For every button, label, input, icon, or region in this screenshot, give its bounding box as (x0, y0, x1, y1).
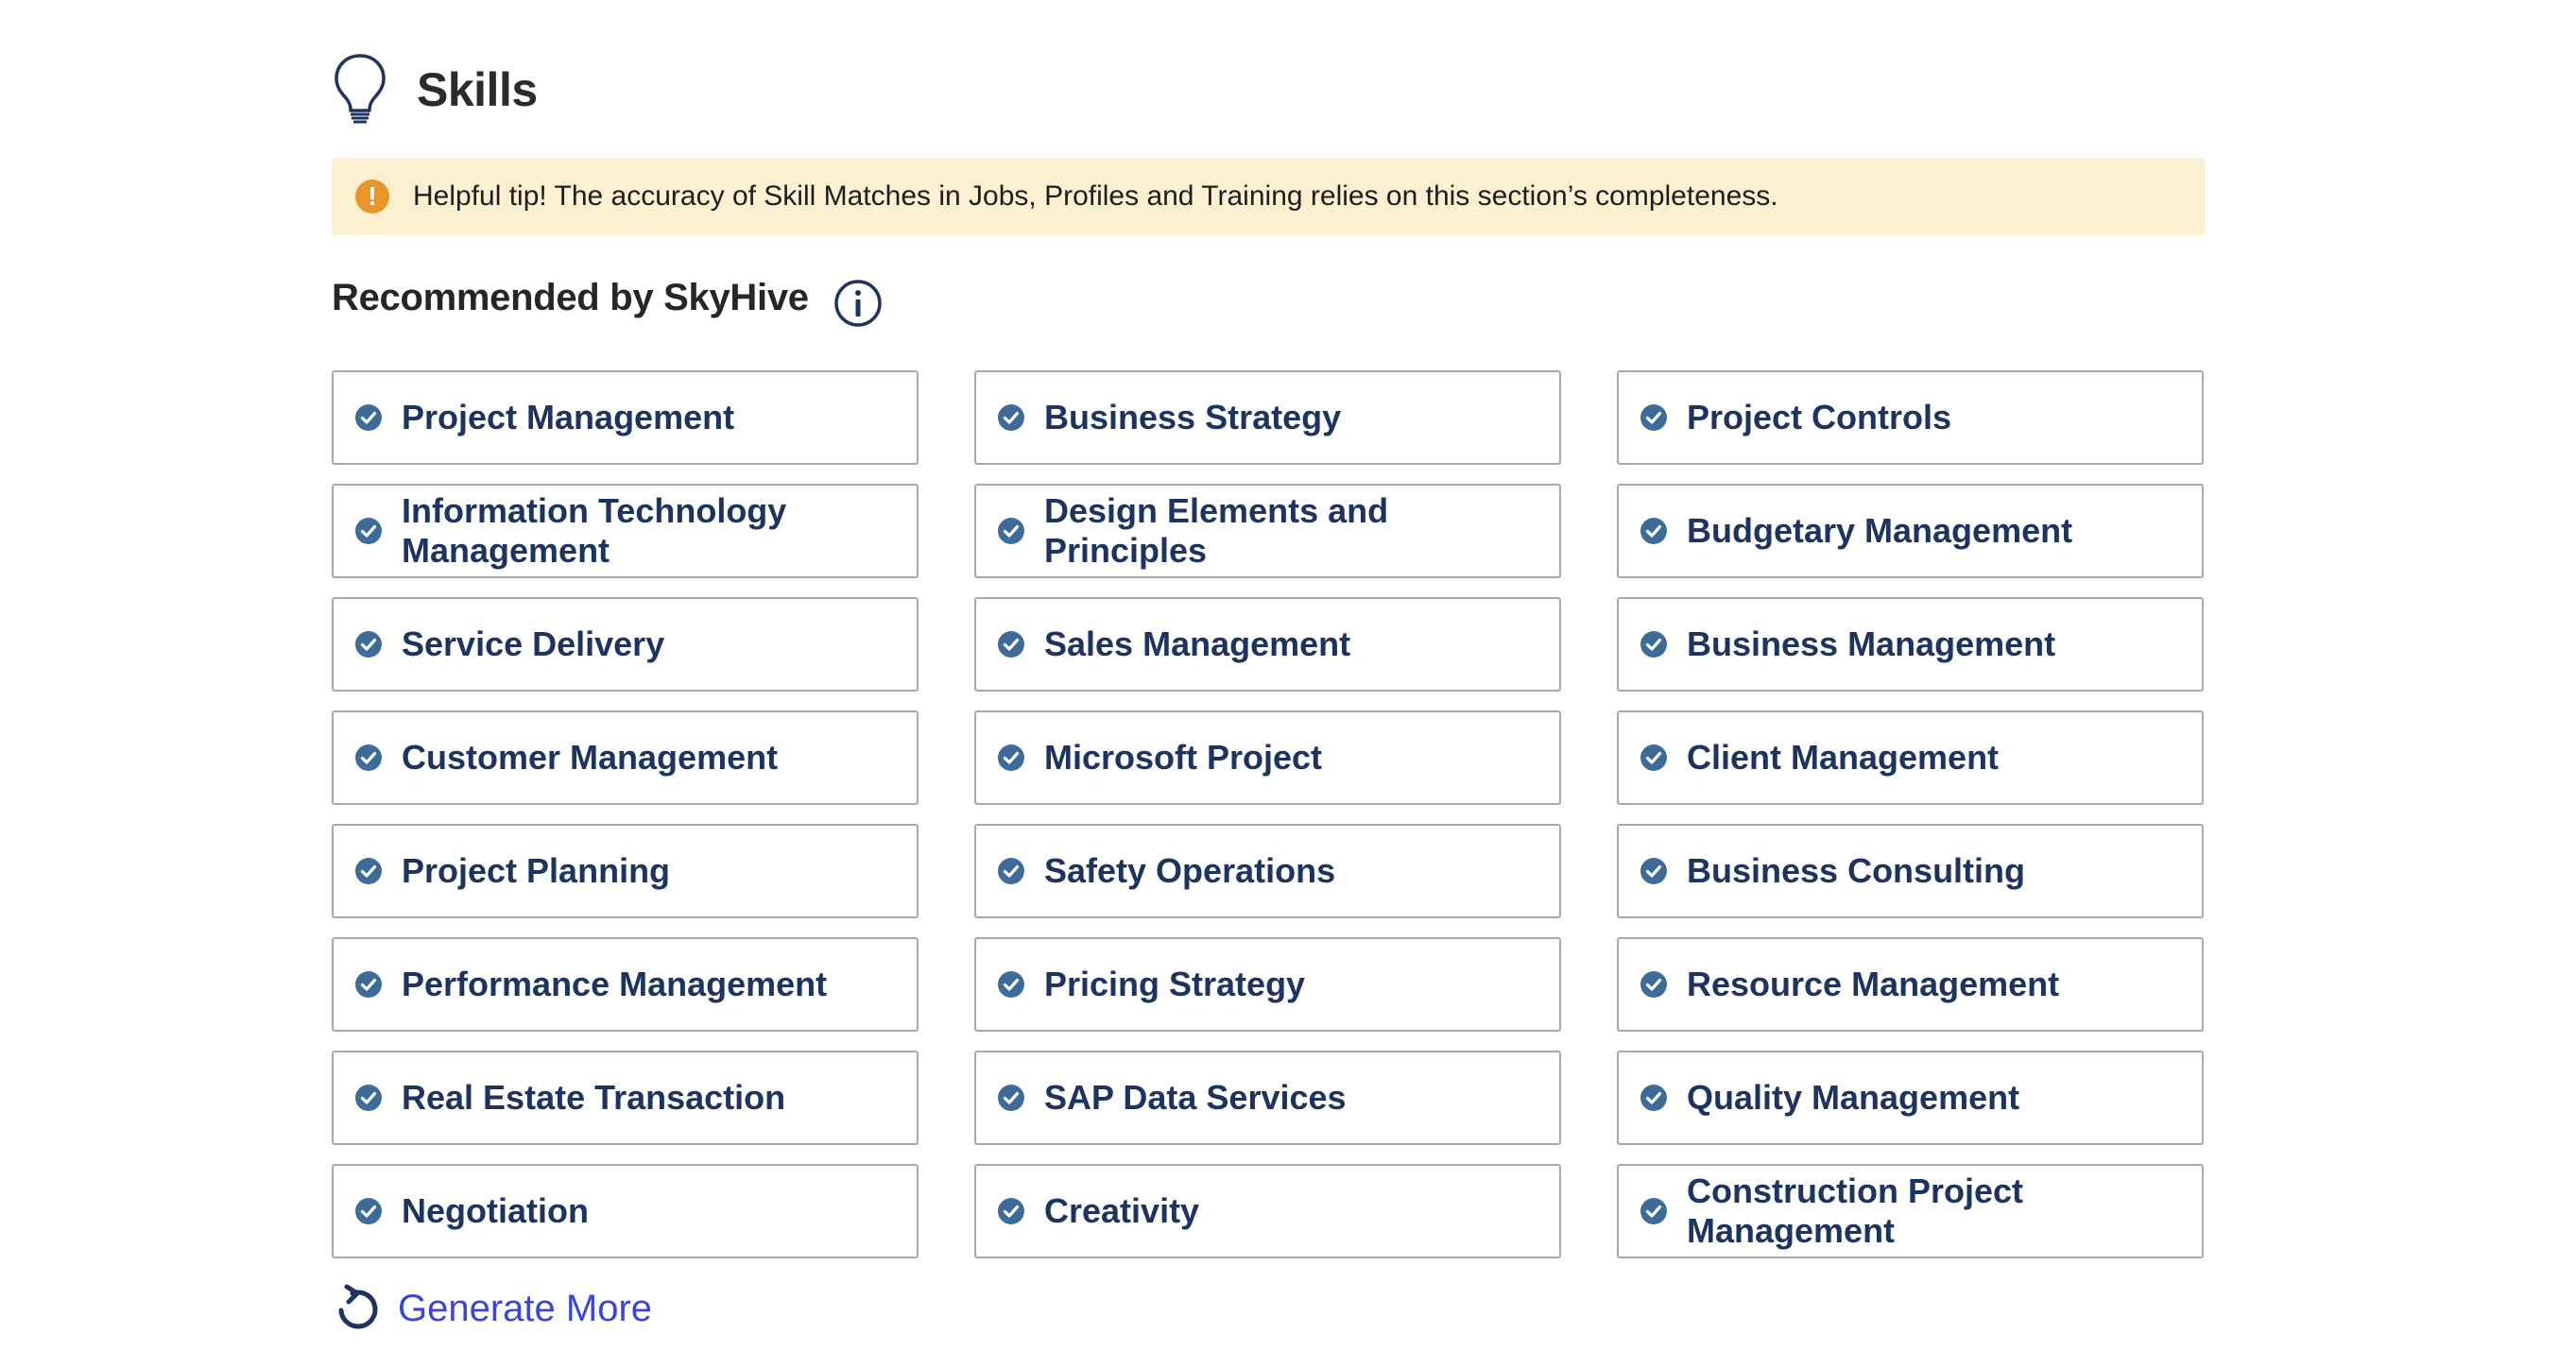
skill-label: Client Management (1687, 738, 2000, 777)
info-icon[interactable] (833, 279, 883, 328)
skill-chip-business-management[interactable]: Business Management (1617, 597, 2204, 692)
skill-chip-budgetary-management[interactable]: Budgetary Management (1617, 484, 2204, 578)
skill-label: Construction Project Management (1687, 1171, 2024, 1250)
skill-chip-service-delivery[interactable]: Service Delivery (332, 597, 919, 692)
skill-chip-safety-operations[interactable]: Safety Operations (974, 824, 1561, 918)
skill-label: Real Estate Transaction (402, 1078, 786, 1117)
skill-label: Quality Management (1687, 1078, 2020, 1117)
check-circle-icon (998, 404, 1024, 431)
generate-more-button[interactable]: Generate More (332, 1280, 652, 1337)
skill-chip-pricing-strategy[interactable]: Pricing Strategy (974, 937, 1561, 1032)
skill-label: Resource Management (1687, 965, 2060, 1003)
skill-label: Performance Management (402, 965, 828, 1003)
skill-chip-real-estate-transaction[interactable]: Real Estate Transaction (332, 1051, 919, 1145)
check-circle-icon (355, 744, 382, 771)
skill-label: Business Management (1687, 624, 2056, 663)
skill-label: Microsoft Project (1044, 738, 1323, 777)
check-circle-icon (1640, 971, 1667, 998)
skill-chip-sales-management[interactable]: Sales Management (974, 597, 1561, 692)
skills-header: Skills (332, 52, 538, 128)
check-circle-icon (1640, 858, 1667, 884)
check-circle-icon (355, 518, 382, 544)
skill-chip-resource-management[interactable]: Resource Management (1617, 937, 2204, 1032)
skill-chip-construction-project-management[interactable]: Construction Project Management (1617, 1164, 2204, 1258)
skill-chip-quality-management[interactable]: Quality Management (1617, 1051, 2204, 1145)
skill-chip-microsoft-project[interactable]: Microsoft Project (974, 710, 1561, 805)
skill-chip-customer-management[interactable]: Customer Management (332, 710, 919, 805)
check-circle-icon (1640, 404, 1667, 431)
recommended-title: Recommended by SkyHive (332, 276, 809, 318)
page-title: Skills (417, 63, 538, 116)
skill-chip-information-technology-management[interactable]: Information Technology Management (332, 484, 919, 578)
skill-label: Negotiation (402, 1191, 589, 1230)
skill-chip-business-strategy[interactable]: Business Strategy (974, 370, 1561, 465)
check-circle-icon (998, 1085, 1024, 1111)
tip-text: Helpful tip! The accuracy of Skill Match… (413, 180, 1778, 212)
skill-chip-project-controls[interactable]: Project Controls (1617, 370, 2204, 465)
skill-chip-client-management[interactable]: Client Management (1617, 710, 2204, 805)
check-circle-icon (1640, 744, 1667, 771)
skill-label: Pricing Strategy (1044, 965, 1306, 1003)
warning-icon: ! (355, 180, 389, 214)
check-circle-icon (1640, 1198, 1667, 1224)
skill-label: Service Delivery (402, 624, 665, 663)
skill-label: Project Controls (1687, 398, 1952, 436)
check-circle-icon (355, 1085, 382, 1111)
skill-chip-sap-data-services[interactable]: SAP Data Services (974, 1051, 1561, 1145)
skills-grid: Project Management Business Strategy Pro… (332, 370, 2205, 1258)
check-circle-icon (998, 858, 1024, 884)
skill-chip-project-management[interactable]: Project Management (332, 370, 919, 465)
skill-label: Budgetary Management (1687, 511, 2073, 550)
check-circle-icon (1640, 518, 1667, 544)
skill-label: Business Strategy (1044, 398, 1342, 436)
skill-label: Customer Management (402, 738, 779, 777)
skills-page: Skills ! Helpful tip! The accuracy of Sk… (0, 0, 2576, 1368)
recommended-header: Recommended by SkyHive (332, 265, 883, 331)
skill-chip-project-planning[interactable]: Project Planning (332, 824, 919, 918)
skill-label: Sales Management (1044, 624, 1351, 663)
skill-label: Project Planning (402, 851, 671, 890)
check-circle-icon (998, 1198, 1024, 1224)
check-circle-icon (355, 1198, 382, 1224)
skill-label: SAP Data Services (1044, 1078, 1347, 1117)
check-circle-icon (998, 518, 1024, 544)
skill-label: Information Technology Management (402, 491, 787, 570)
generate-more-label: Generate More (398, 1287, 653, 1329)
check-circle-icon (998, 971, 1024, 998)
check-circle-icon (998, 744, 1024, 771)
check-circle-icon (1640, 1085, 1667, 1111)
skill-label: Safety Operations (1044, 851, 1336, 890)
skill-chip-business-consulting[interactable]: Business Consulting (1617, 824, 2204, 918)
check-circle-icon (355, 404, 382, 431)
check-circle-icon (355, 858, 382, 884)
skill-chip-negotiation[interactable]: Negotiation (332, 1164, 919, 1258)
skill-chip-performance-management[interactable]: Performance Management (332, 937, 919, 1032)
check-circle-icon (1640, 631, 1667, 658)
skill-label: Business Consulting (1687, 851, 2026, 890)
skill-label: Design Elements and Principles (1044, 491, 1389, 570)
skill-label: Creativity (1044, 1191, 1200, 1230)
skill-chip-creativity[interactable]: Creativity (974, 1164, 1561, 1258)
skill-label: Project Management (402, 398, 735, 436)
skill-chip-design-elements-and-principles[interactable]: Design Elements and Principles (974, 484, 1561, 578)
check-circle-icon (355, 971, 382, 998)
helpful-tip-banner: ! Helpful tip! The accuracy of Skill Mat… (332, 158, 2205, 235)
check-circle-icon (998, 631, 1024, 658)
check-circle-icon (355, 631, 382, 658)
lightbulb-icon (335, 54, 386, 124)
refresh-icon (338, 1284, 378, 1329)
